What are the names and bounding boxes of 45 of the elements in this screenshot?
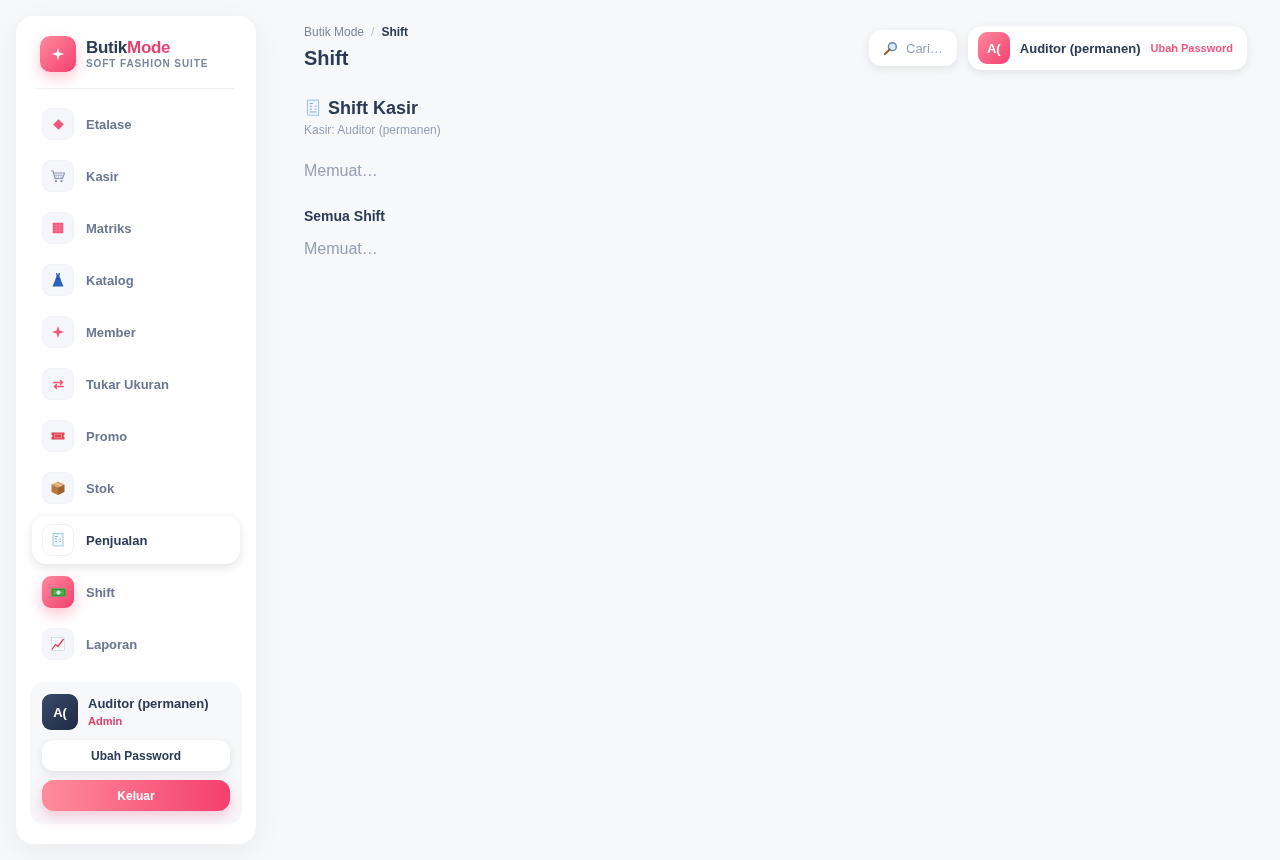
sidebar-item[interactable]: Matriks xyxy=(32,204,240,252)
brand-name: ButikMode xyxy=(86,38,172,58)
sparkle-logo-icon xyxy=(40,36,76,72)
search-icon xyxy=(883,40,898,56)
sidebar-item[interactable]: Kasir xyxy=(32,152,240,200)
sidebar-item[interactable]: Penjualan xyxy=(32,516,240,564)
user-name: Auditor (permanen) xyxy=(1019,40,1141,56)
sidebar-item[interactable]: Tukar Ukuran xyxy=(32,360,240,408)
page-title: Shift xyxy=(304,45,350,70)
section-title: Semua Shift xyxy=(304,207,386,225)
sidebar-item[interactable]: Katalog xyxy=(32,256,240,304)
user-avatar: A( xyxy=(977,32,1010,64)
banknote-icon xyxy=(42,576,74,608)
sidebar-item[interactable]: Shift xyxy=(32,568,240,616)
user-avatar: A( xyxy=(42,694,78,730)
breadcrumb-link[interactable]: Butik Mode xyxy=(304,24,365,39)
sidebar-item[interactable]: Promo xyxy=(32,412,240,460)
receipt-icon xyxy=(304,99,322,117)
user-role: Admin xyxy=(88,714,124,728)
brand-tagline: SOFT FASHION SUITE xyxy=(86,58,209,70)
chart-icon xyxy=(42,628,74,660)
logout-button[interactable]: Keluar xyxy=(42,780,230,811)
sidebar-item[interactable]: Etalase xyxy=(32,100,240,148)
cart-icon xyxy=(42,160,74,192)
section-subtitle: Kasir: Auditor (permanen) xyxy=(304,123,442,137)
loading-text: Memuat… xyxy=(304,161,379,181)
sidebar-item[interactable]: Laporan xyxy=(32,620,240,668)
sidebar-item[interactable]: Stok xyxy=(32,464,240,512)
swap-arrows-icon xyxy=(42,368,74,400)
dress-icon xyxy=(42,264,74,296)
breadcrumb-separator: / xyxy=(371,24,375,39)
diamond-icon xyxy=(42,108,74,140)
loading-text: Memuat… xyxy=(304,239,379,259)
change-password-link[interactable]: Ubah Password xyxy=(1150,42,1233,54)
receipt-icon xyxy=(42,524,74,556)
section-title: Shift Kasir xyxy=(328,97,419,119)
breadcrumb-current: Shift xyxy=(381,24,409,39)
box-icon xyxy=(42,472,74,504)
search-button[interactable]: Cari… xyxy=(869,30,957,66)
user-name: Auditor (permanen) xyxy=(88,696,209,712)
grid-icon xyxy=(42,212,74,244)
ticket-icon xyxy=(42,420,74,452)
change-password-button[interactable]: Ubah Password xyxy=(42,740,230,771)
sidebar-item[interactable]: Member xyxy=(32,308,240,356)
sparkle-icon xyxy=(42,316,74,348)
